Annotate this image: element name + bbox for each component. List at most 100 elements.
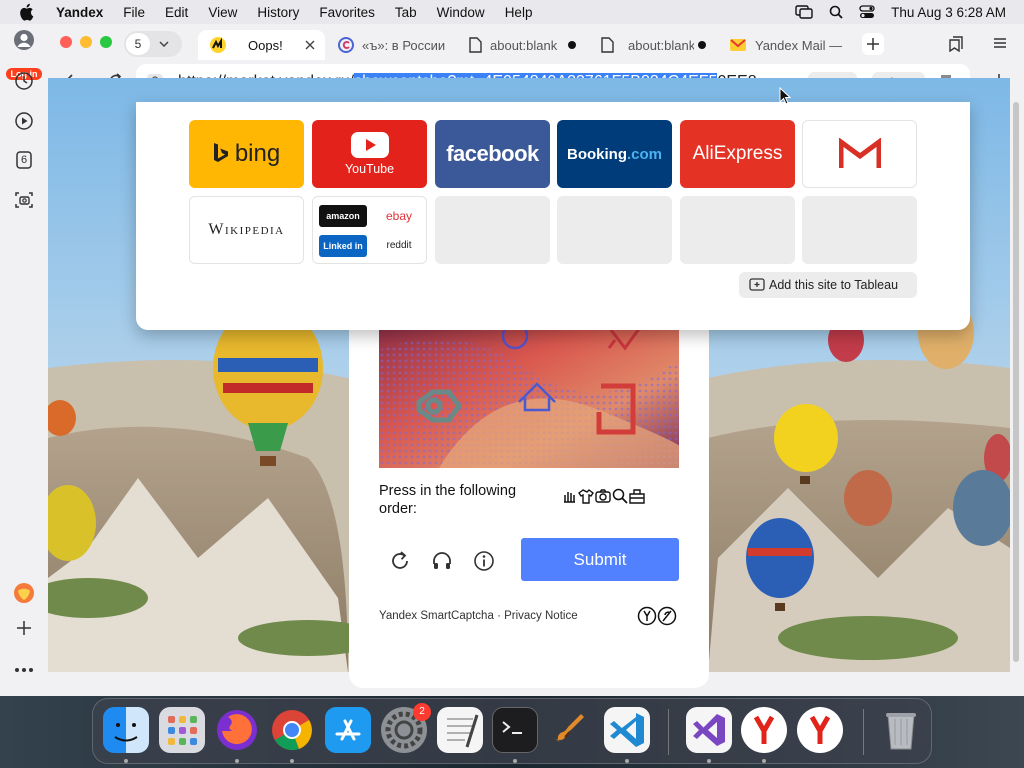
running-indicator [625,759,629,763]
alice-icon[interactable] [12,581,36,605]
screenshot-icon[interactable] [12,188,36,212]
tile-bing-label: bing [234,140,281,167]
tab-oops[interactable]: Oops! [198,30,325,60]
menu-favorites[interactable]: Favorites [319,5,375,20]
unsaved-dot [698,41,706,49]
history-icon[interactable] [12,69,36,93]
mini-tile-amazon[interactable]: amazon [319,205,367,227]
tile-wikipedia[interactable]: Wikipedia [189,196,304,264]
chrome-icon[interactable] [269,707,315,753]
finder-icon[interactable] [103,707,149,753]
tile-aliexpress[interactable]: AliExpress [680,120,795,188]
add-panel-icon[interactable] [12,616,36,640]
tab-forum[interactable]: «ъ»: в России [338,30,456,60]
new-tab-button[interactable] [862,33,884,55]
tab-label: about:blank [628,37,694,53]
running-indicator [762,759,766,763]
menu-file[interactable]: File [123,5,145,20]
tile-gmail[interactable] [802,120,917,188]
launchpad-icon[interactable] [159,707,205,753]
chevron-down-icon [159,41,169,47]
apple-icon[interactable] [18,3,34,21]
tab-bar: 5 Oops! «ъ»: в России about:blank about:… [48,24,1024,62]
close-window-button[interactable] [60,36,72,48]
yandex-icon[interactable] [797,707,843,753]
textedit-icon[interactable] [437,707,483,753]
menu-edit[interactable]: Edit [165,5,188,20]
headphones-icon[interactable] [431,550,453,572]
dock-divider [863,709,864,755]
menu-view[interactable]: View [208,5,237,20]
screen-mirroring-icon[interactable] [795,5,813,19]
tile-empty-1[interactable] [435,196,550,264]
privacy-notice-link[interactable]: Privacy Notice [504,610,578,622]
play-icon[interactable] [12,109,36,133]
add-tile-icon [749,278,765,291]
menu-bar: Yandex File Edit View History Favorites … [0,0,1024,24]
menu-history[interactable]: History [257,5,299,20]
vscode-icon[interactable] [604,707,650,753]
unsaved-dot [568,41,576,49]
tile-empty-4[interactable] [802,196,917,264]
more-icon[interactable] [12,658,36,682]
trash-icon[interactable] [878,707,924,753]
garageband-icon[interactable] [548,707,594,753]
terminal-icon[interactable] [492,707,538,753]
tile-empty-3[interactable] [680,196,795,264]
menu-app-name[interactable]: Yandex [56,5,103,20]
mini-tile-reddit[interactable]: reddit [375,235,423,257]
hand-icon [564,492,575,503]
smart-captcha-card: Press in the following order: Submit Yan… [349,310,709,688]
tab-group-count: 5 [126,33,150,55]
add-to-tableau-button[interactable]: Add this site to Tableau [739,272,917,298]
captcha-image[interactable] [379,310,679,468]
menu-help[interactable]: Help [505,5,533,20]
tabs-count-icon[interactable]: 6 [12,148,36,172]
tile-youtube[interactable]: YouTube [312,120,427,188]
tab-group-button[interactable]: 5 [124,31,182,57]
tile-empty-2[interactable] [557,196,672,264]
close-tab-icon[interactable] [305,40,315,50]
firefox-icon[interactable] [214,707,260,753]
yandex-smartcaptcha-logo-icon [637,606,677,626]
search-icon[interactable] [829,5,843,19]
tab-about-blank-1[interactable]: about:blank [468,30,586,60]
magnifier-icon [612,488,628,504]
dock: 2 [92,698,932,764]
tile-booking[interactable]: Booking .com [557,120,672,188]
page-scrollbar[interactable] [1012,102,1020,668]
control-center-icon[interactable] [859,5,875,19]
tile-facebook[interactable]: facebook [435,120,550,188]
mail-icon [730,39,746,51]
yandex-browser-icon[interactable] [741,707,787,753]
scrollbar-thumb[interactable] [1013,102,1019,662]
tile-booking-label: Booking [566,145,627,163]
tab-yandex-mail[interactable]: Yandex Mail — [730,30,844,60]
app-store-icon[interactable] [325,707,371,753]
menu-window[interactable]: Window [437,5,485,20]
tab-about-blank-2[interactable]: about:blank [600,30,716,60]
mini-tile-linkedin[interactable]: Linked in [319,235,367,257]
notification-badge: 2 [413,703,431,721]
captcha-instruction: Press in the following order: [379,483,517,517]
zoom-window-button[interactable] [100,36,112,48]
tile-multi-sites[interactable]: amazon ebay Linked in reddit [312,196,427,264]
menu-tab[interactable]: Tab [395,5,417,20]
tile-bing[interactable]: bing [189,120,304,188]
footer-separator: · [497,610,501,622]
running-indicator [124,759,128,763]
refresh-icon[interactable] [389,550,411,572]
document-icon [469,37,482,53]
info-icon[interactable] [473,550,495,572]
tabs-count: 6 [20,154,28,166]
collections-icon[interactable] [948,36,964,52]
menu-icon[interactable] [994,38,1006,48]
youtube-logo-icon [350,132,389,158]
clock[interactable]: Thu Aug 3 6:28 AM [891,5,1006,20]
minimize-window-button[interactable] [80,36,92,48]
mini-tile-ebay[interactable]: ebay [375,205,423,227]
submit-button[interactable]: Submit [521,538,679,581]
profile-avatar-icon[interactable] [12,28,36,52]
visual-studio-icon[interactable] [686,707,732,753]
captcha-puzzle-image [379,310,679,468]
